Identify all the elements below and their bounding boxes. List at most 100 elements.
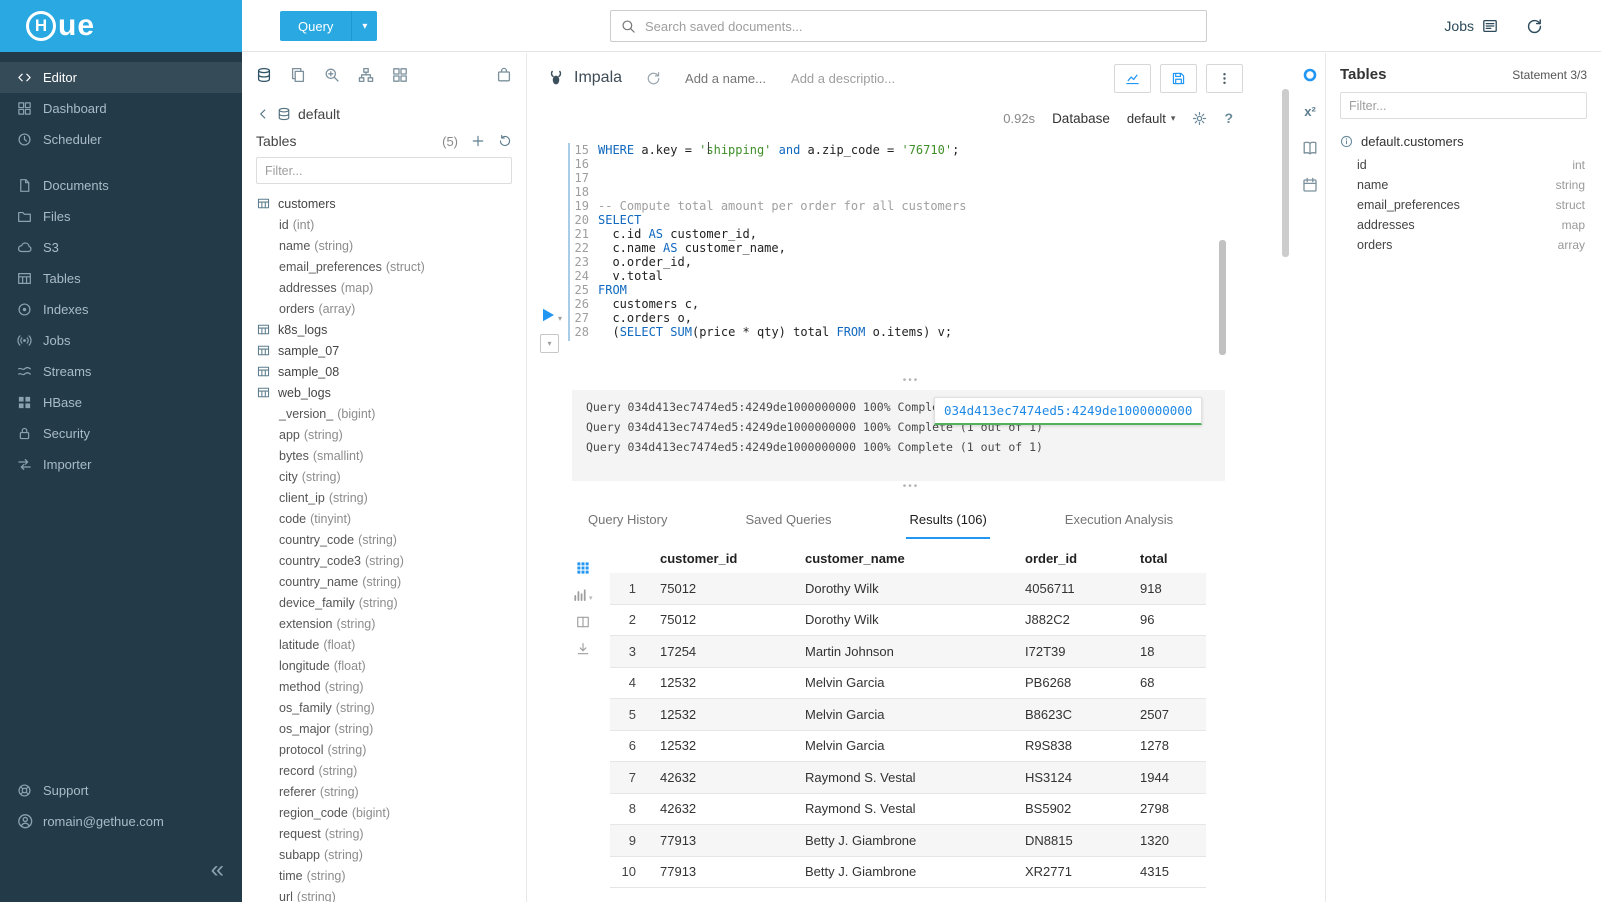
column-header-order-id[interactable]: order_id [1015,551,1130,566]
query-name-input[interactable] [685,71,777,86]
tree-column-request[interactable]: request (string) [242,823,526,844]
query-history-icon[interactable] [646,71,661,86]
donut-icon[interactable] [1302,67,1318,83]
result-row[interactable]: 842632Raymond S. VestalBS59022798 [610,794,1206,826]
search-input[interactable] [645,19,1196,34]
result-row[interactable]: 412532Melvin GarciaPB626868 [610,668,1206,700]
database-dropdown[interactable]: default ▾ [1127,111,1176,126]
resize-handle-top[interactable]: ••• [527,377,1295,386]
tree-column-city[interactable]: city (string) [242,466,526,487]
result-row[interactable]: 275012Dorothy WilkJ882C296 [610,605,1206,637]
editor-scrollbar-thumb[interactable] [1219,240,1226,355]
column-header-total[interactable]: total [1130,551,1206,566]
history-icon[interactable] [1526,18,1543,35]
database-icon[interactable] [256,67,272,83]
resize-handle-bottom[interactable]: ••• [527,483,1295,492]
tree-table-k8s-logs[interactable]: k8s_logs [242,319,526,340]
chart-button[interactable] [1114,64,1151,93]
code-editor[interactable]: ▾ ▾ 15 WHERE a.key = 'shipping' and a.zi… [527,135,1295,379]
main-scrollbar-thumb[interactable] [1282,89,1289,257]
columns-icon[interactable] [573,615,593,629]
result-row[interactable]: 1077913Betty J. GiambroneXR27714315 [610,857,1206,889]
tree-column-longitude[interactable]: longitude (float) [242,655,526,676]
query-button[interactable]: Query [280,11,351,41]
search-plus-icon[interactable] [324,67,340,83]
result-row[interactable]: 612532Melvin GarciaR9S8381278 [610,731,1206,763]
apps-icon[interactable] [392,67,408,83]
right-column-id[interactable]: id int [1326,155,1601,175]
sidebar-item-documents[interactable]: Documents [0,170,242,201]
tree-table-web-logs[interactable]: web_logs [242,382,526,403]
chart-bars-icon[interactable] [573,588,587,602]
result-row[interactable]: 317254Martin JohnsonI72T3918 [610,636,1206,668]
tree-column-time[interactable]: time (string) [242,865,526,886]
sidebar-item-tables[interactable]: Tables [0,263,242,294]
tree-column-app[interactable]: app (string) [242,424,526,445]
sidebar-item-jobs[interactable]: Jobs [0,325,242,356]
sidebar-item-s3[interactable]: S3 [0,232,242,263]
breadcrumb-database[interactable]: default [298,106,340,122]
sidebar-item-scheduler[interactable]: Scheduler [0,124,242,155]
tree-column-method[interactable]: method (string) [242,676,526,697]
tree-column-os-major[interactable]: os_major (string) [242,718,526,739]
book-icon[interactable] [1302,140,1318,156]
refresh-icon[interactable] [498,134,512,148]
sidebar-item-hbase[interactable]: HBase [0,387,242,418]
tree-column-id[interactable]: id (int) [242,214,526,235]
tree-column-protocol[interactable]: protocol (string) [242,739,526,760]
right-column-name[interactable]: name string [1326,175,1601,195]
save-button[interactable] [1160,64,1197,93]
sidebar-item-streams[interactable]: Streams [0,356,242,387]
sidebar-item-indexes[interactable]: Indexes [0,294,242,325]
sidebar-item-romain-gethue-com[interactable]: romain@gethue.com [0,806,242,837]
job-id-link[interactable]: 034d413ec7474ed5:4249de1000000000 [934,397,1202,425]
code-lines[interactable]: 15 WHERE a.key = 'shipping' and a.zip_co… [572,143,966,339]
more-actions-button[interactable] [1206,64,1243,93]
tree-column-name[interactable]: name (string) [242,235,526,256]
help-icon[interactable]: ? [1224,110,1233,126]
tree-column-os-family[interactable]: os_family (string) [242,697,526,718]
tree-column-extension[interactable]: extension (string) [242,613,526,634]
tab-execution-analysis[interactable]: Execution Analysis [1062,501,1176,539]
calendar-icon[interactable] [1302,177,1318,193]
right-column-addresses[interactable]: addresses map [1326,215,1601,235]
tree-column-orders[interactable]: orders (array) [242,298,526,319]
tree-column-country-code3[interactable]: country_code3 (string) [242,550,526,571]
tree-column-bytes[interactable]: bytes (smallint) [242,445,526,466]
tree-table-sample-07[interactable]: sample_07 [242,340,526,361]
column-header-customer-id[interactable]: customer_id [650,551,795,566]
result-row[interactable]: 512532Melvin GarciaB8623C2507 [610,699,1206,731]
table-filter-input[interactable] [256,157,512,184]
engine-selector[interactable]: Impala [547,69,622,87]
tree-column-url[interactable]: url (string) [242,886,526,902]
tree-column-code[interactable]: code (tinyint) [242,508,526,529]
sidebar-item-support[interactable]: Support [0,775,242,806]
tree-table-sample-08[interactable]: sample_08 [242,361,526,382]
download-icon[interactable] [573,642,593,656]
copy-icon[interactable] [290,67,306,83]
tree-column-version[interactable]: _version_ (bigint) [242,403,526,424]
tree-column-country-code[interactable]: country_code (string) [242,529,526,550]
active-table-row[interactable]: default.customers [1326,129,1601,155]
tree-column-email-preferences[interactable]: email_preferences (struct) [242,256,526,277]
tree-column-device-family[interactable]: device_family (string) [242,592,526,613]
sitemap-icon[interactable] [358,67,374,83]
bag-icon[interactable] [496,67,512,83]
sidebar-item-security[interactable]: Security [0,418,242,449]
right-filter-input[interactable] [1340,92,1587,119]
sidebar-item-files[interactable]: Files [0,201,242,232]
tree-column-addresses[interactable]: addresses (map) [242,277,526,298]
execute-options-caret[interactable]: ▾ [558,314,562,323]
tree-column-subapp[interactable]: subapp (string) [242,844,526,865]
tab-saved-queries[interactable]: Saved Queries [742,501,834,539]
query-description-input[interactable] [791,71,901,86]
hue-logo[interactable]: H ue [0,0,242,52]
tree-column-region-code[interactable]: region_code (bigint) [242,802,526,823]
sidebar-item-dashboard[interactable]: Dashboard [0,93,242,124]
tree-table-customers[interactable]: customers [242,193,526,214]
result-row[interactable]: 977913Betty J. GiambroneDN88151320 [610,825,1206,857]
tab-results-106[interactable]: Results (106) [906,501,989,539]
result-row[interactable]: 175012Dorothy Wilk4056711918 [610,573,1206,605]
right-column-email-preferences[interactable]: email_preferences struct [1326,195,1601,215]
settings-gear-icon[interactable] [1192,111,1207,126]
